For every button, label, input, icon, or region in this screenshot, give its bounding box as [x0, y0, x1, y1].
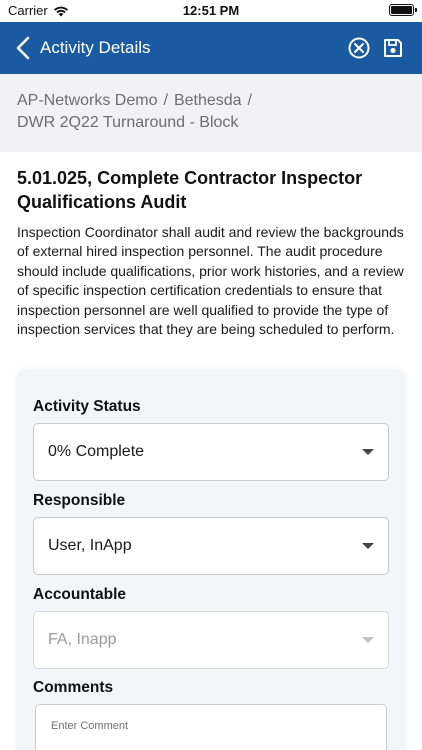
breadcrumb-area: AP-Networks Demo / Bethesda / DWR 2Q22 Turn…	[0, 74, 422, 152]
activity-status-value: 0% Complete	[48, 443, 145, 460]
responsible-label: Responsible	[33, 492, 126, 509]
clock: 12:51 PM	[182, 3, 240, 18]
breadcrumb-item-company[interactable]: AP-Networks Demo	[17, 92, 157, 109]
accountable-select: FA, Inapp	[33, 611, 389, 669]
breadcrumb-separator: /	[247, 92, 252, 109]
breadcrumb-item-site[interactable]: Bethesda	[174, 92, 242, 109]
activity-description: Inspection Coordinator shall audit and r…	[17, 224, 404, 338]
caret-down-icon	[362, 637, 374, 643]
nav-bar: Activity Details	[0, 22, 422, 74]
activity-title: 5.01.025, Complete Contractor Inspector …	[17, 168, 363, 212]
responsible-value: User, InApp	[48, 537, 132, 554]
save-icon[interactable]	[382, 37, 404, 59]
chevron-left-icon[interactable]	[12, 35, 36, 61]
caret-down-icon	[362, 449, 374, 455]
battery-icon	[389, 4, 417, 16]
breadcrumb-separator: /	[163, 92, 168, 109]
status-bar: Carrier 12:51 PM	[0, 0, 422, 22]
caret-down-icon	[362, 543, 374, 549]
accountable-label: Accountable	[33, 586, 127, 603]
close-circle-icon[interactable]	[348, 37, 370, 59]
breadcrumb: AP-Networks Demo / Bethesda / DWR 2Q22 Turn…	[17, 90, 397, 134]
activity-status-label: Activity Status	[33, 398, 141, 415]
comment-input[interactable]: Enter Comment	[35, 704, 387, 750]
comments-label: Comments	[33, 679, 114, 696]
page-title: Activity Details	[40, 38, 151, 57]
comment-placeholder: Enter Comment	[51, 720, 129, 732]
breadcrumb-item-project[interactable]: DWR 2Q22 Turnaround - Block	[17, 114, 238, 131]
activity-status-select[interactable]: 0% Complete	[33, 423, 389, 481]
responsible-select[interactable]: User, InApp	[33, 517, 389, 575]
accountable-value: FA, Inapp	[48, 631, 117, 648]
